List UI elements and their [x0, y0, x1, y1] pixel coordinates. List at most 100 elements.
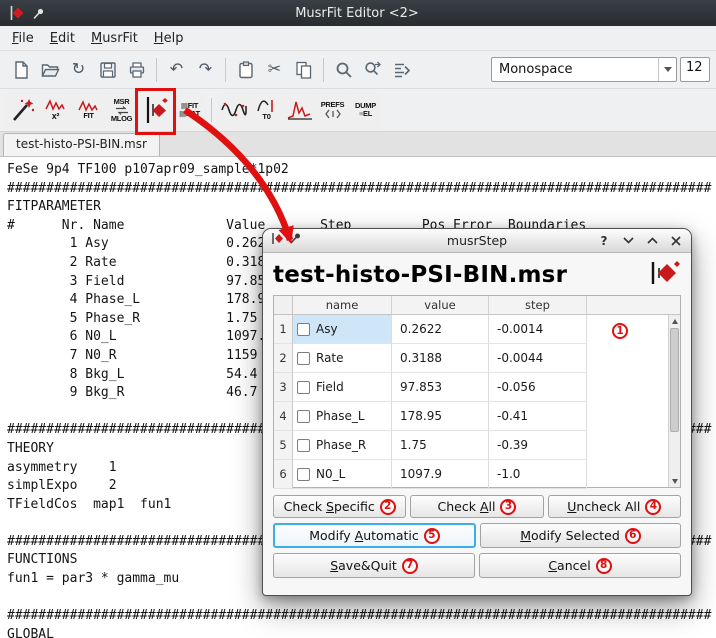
param-name-cell[interactable]: N0_L: [293, 460, 392, 489]
new-file-icon[interactable]: [6, 55, 35, 84]
musrview-icon[interactable]: [217, 92, 250, 129]
param-value-cell[interactable]: 0.2622: [392, 315, 489, 344]
paste-icon[interactable]: [231, 55, 260, 84]
prefs-icon[interactable]: PREFS: [316, 92, 349, 129]
row-filler: [587, 402, 680, 431]
column-header-value[interactable]: value: [392, 296, 489, 315]
table-scrollbar[interactable]: [668, 315, 680, 487]
font-family-combobox[interactable]: Monospace: [491, 57, 677, 82]
dialog-titlebar[interactable]: musrStep ?: [263, 229, 691, 253]
table-row: 3Field97.853-0.056: [274, 373, 680, 402]
column-header-step[interactable]: step: [489, 296, 587, 315]
button-label: Cancel: [548, 558, 590, 573]
close-icon[interactable]: [669, 234, 683, 248]
param-name-cell[interactable]: Field: [293, 373, 392, 402]
button-label: Modify Automatic: [309, 528, 419, 543]
check-all-button[interactable]: Check All3: [410, 495, 543, 518]
param-value-cell[interactable]: 0.3188: [392, 344, 489, 373]
shade-icon[interactable]: [621, 234, 635, 248]
window-title: MusrFit Editor <2>: [46, 6, 708, 21]
param-name-cell[interactable]: Asy: [293, 315, 392, 344]
find-icon[interactable]: [329, 55, 358, 84]
annotation-marker-5: 5: [424, 528, 440, 544]
menu-musrfit[interactable]: MusrFit: [83, 28, 146, 49]
param-step-cell[interactable]: -0.41: [489, 402, 587, 431]
param-name: Phase_R: [316, 438, 366, 452]
param-checkbox[interactable]: [297, 468, 310, 481]
redo-icon[interactable]: ↷: [191, 55, 220, 84]
annotation-marker-6: 6: [625, 528, 641, 544]
scroll-up-icon[interactable]: [669, 315, 680, 327]
tab-bar: test-histo-PSI-BIN.msr: [0, 132, 716, 157]
param-value-cell[interactable]: 97.853: [392, 373, 489, 402]
parameter-table: name value step 1Asy0.2622-0.00142Rate0.…: [273, 295, 681, 488]
chevron-down-icon[interactable]: [658, 58, 676, 81]
tab-test-histo-psi-bin[interactable]: test-histo-PSI-BIN.msr: [3, 133, 160, 156]
row-number: 4: [274, 402, 293, 431]
param-value-cell[interactable]: 178.95: [392, 402, 489, 431]
musrfit-toolbar: x² FIT MSR MLOG ▤FIT ▤DAT T0: [0, 89, 716, 132]
cancel-button[interactable]: Cancel8: [479, 553, 681, 578]
param-name: N0_L: [316, 467, 345, 481]
musrft-icon[interactable]: [283, 92, 316, 129]
button-label: Save&Quit: [330, 558, 397, 573]
modify-selected-button[interactable]: Modify Selected6: [480, 523, 681, 548]
scrollbar-thumb[interactable]: [670, 328, 679, 432]
t0-icon[interactable]: T0: [250, 92, 283, 129]
musrfit-app-icon: [8, 4, 26, 22]
save-quit-button[interactable]: Save&Quit7: [273, 553, 475, 578]
chi2-icon[interactable]: x²: [39, 92, 72, 129]
msr-mlog-swap-icon[interactable]: MSR MLOG: [105, 92, 138, 129]
param-name-cell[interactable]: Phase_R: [293, 431, 392, 460]
table-row: 4Phase_L178.95-0.41: [274, 402, 680, 431]
param-checkbox[interactable]: [297, 352, 310, 365]
param-value-cell[interactable]: 1097.9: [392, 460, 489, 489]
cut-icon[interactable]: ✂: [260, 55, 289, 84]
wizard-icon[interactable]: [6, 92, 39, 129]
param-name-cell[interactable]: Rate: [293, 344, 392, 373]
open-file-icon[interactable]: [35, 55, 64, 84]
param-name-cell[interactable]: Phase_L: [293, 402, 392, 431]
help-icon[interactable]: ?: [597, 234, 611, 248]
row-filler: [587, 431, 680, 460]
column-header-name[interactable]: name: [293, 296, 392, 315]
param-step-cell[interactable]: -0.0014: [489, 315, 587, 344]
window-titlebar[interactable]: MusrFit Editor <2>: [0, 0, 716, 26]
button-label: Check All: [438, 499, 496, 514]
musrstep-icon[interactable]: [139, 92, 172, 129]
dump-icon[interactable]: DUMP ≡EL: [349, 92, 382, 129]
menu-edit[interactable]: Edit: [42, 28, 83, 49]
font-size-spinner[interactable]: 12: [680, 57, 710, 82]
param-step-cell[interactable]: -0.39: [489, 431, 587, 460]
param-step-cell[interactable]: -0.056: [489, 373, 587, 402]
table-row: 6N0_L1097.9-1.0: [274, 460, 680, 489]
param-checkbox[interactable]: [297, 410, 310, 423]
check-specific-button[interactable]: Check Specific2: [273, 495, 406, 518]
copy-icon[interactable]: [289, 55, 318, 84]
unshade-icon[interactable]: [645, 234, 659, 248]
param-checkbox[interactable]: [297, 381, 310, 394]
menu-file[interactable]: File: [4, 28, 42, 49]
reload-icon[interactable]: ↻: [64, 55, 93, 84]
param-name: Field: [316, 380, 344, 394]
pin-icon[interactable]: [30, 5, 46, 21]
param-step-cell[interactable]: -1.0: [489, 460, 587, 489]
param-checkbox[interactable]: [297, 439, 310, 452]
uncheck-all-button[interactable]: Uncheck All4: [548, 495, 681, 518]
pin-icon[interactable]: [289, 232, 302, 249]
print-icon[interactable]: [122, 55, 151, 84]
msr2data-icon[interactable]: ▤FIT ▤DAT: [173, 92, 206, 129]
scroll-down-icon[interactable]: [669, 475, 680, 487]
modify-automatic-button[interactable]: Modify Automatic 5: [273, 523, 476, 548]
param-value-cell[interactable]: 1.75: [392, 431, 489, 460]
table-header: name value step: [274, 296, 680, 315]
undo-icon[interactable]: ↶: [162, 55, 191, 84]
save-icon[interactable]: [93, 55, 122, 84]
goto-line-icon[interactable]: [387, 55, 416, 84]
font-size-value: 12: [686, 60, 703, 75]
param-step-cell[interactable]: -0.0044: [489, 344, 587, 373]
menu-help[interactable]: Help: [146, 28, 192, 49]
find-replace-icon[interactable]: [358, 55, 387, 84]
param-checkbox[interactable]: [297, 323, 310, 336]
fit-icon[interactable]: FIT: [72, 92, 105, 129]
